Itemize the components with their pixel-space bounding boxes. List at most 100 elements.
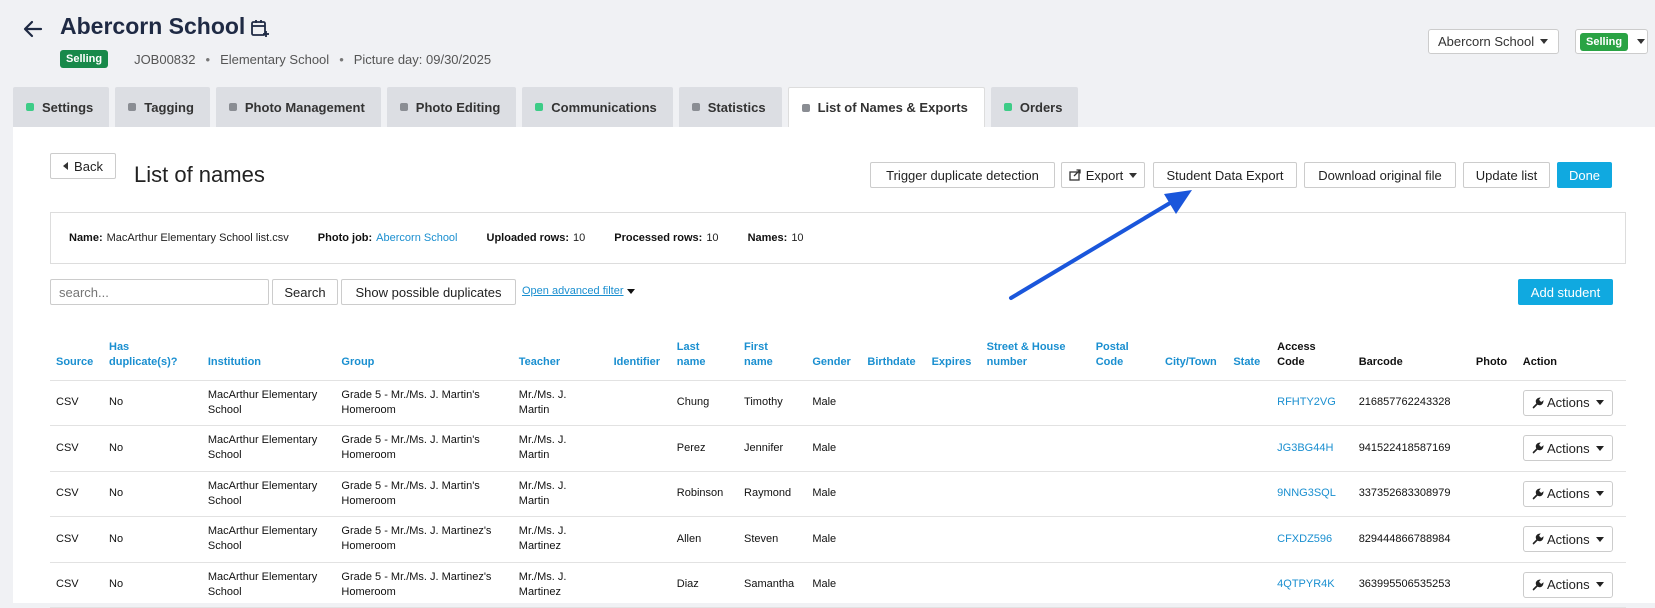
cell-gender: Male bbox=[806, 562, 862, 608]
tab-statistics[interactable]: Statistics bbox=[678, 87, 782, 127]
back-arrow-icon[interactable] bbox=[22, 18, 44, 40]
cell-access-code[interactable]: CFXDZ596 bbox=[1271, 516, 1353, 563]
cell-identifier bbox=[607, 562, 671, 608]
names-label: Names: bbox=[747, 232, 788, 244]
cell-identifier bbox=[607, 516, 671, 563]
col-group[interactable]: Group bbox=[335, 334, 513, 381]
download-original-file-button[interactable]: Download original file bbox=[1304, 162, 1456, 188]
col-source[interactable]: Source bbox=[50, 334, 103, 381]
cell-barcode: 941522418587169 bbox=[1352, 425, 1470, 472]
cell-institution: MacArthur Elementary School bbox=[201, 425, 336, 472]
col-birthdate[interactable]: Birthdate bbox=[861, 334, 926, 381]
cell-identifier bbox=[607, 425, 671, 472]
tab-tagging[interactable]: Tagging bbox=[115, 87, 210, 127]
cell-expires bbox=[925, 471, 981, 517]
col-identifier[interactable]: Identifier bbox=[607, 334, 671, 381]
table-row: CSV No MacArthur Elementary School Grade 5 -… bbox=[50, 516, 1626, 563]
actions-dropdown-button[interactable]: Actions bbox=[1522, 389, 1613, 416]
cell-postal-code bbox=[1089, 562, 1160, 608]
cell-group: Grade 5 - Mr./Ms. J. Martin's Homeroom bbox=[335, 380, 513, 426]
tab-settings[interactable]: Settings bbox=[13, 87, 110, 127]
cell-teacher: Mr./Ms. J. Martin bbox=[512, 425, 608, 472]
cell-has-duplicates: No bbox=[103, 380, 202, 426]
show-possible-duplicates-button[interactable]: Show possible duplicates bbox=[341, 279, 516, 305]
done-button[interactable]: Done bbox=[1557, 162, 1612, 188]
status-selector[interactable]: Selling bbox=[1575, 29, 1648, 54]
tab-communications[interactable]: Communications bbox=[522, 87, 673, 127]
tab-label: Statistics bbox=[707, 99, 766, 115]
actions-dropdown-button[interactable]: Actions bbox=[1522, 480, 1613, 507]
tab-photo-management[interactable]: Photo Management bbox=[215, 87, 381, 127]
cell-birthdate bbox=[861, 425, 926, 472]
trigger-duplicate-detection-button[interactable]: Trigger duplicate detection bbox=[870, 162, 1055, 188]
actions-label: Actions bbox=[1546, 577, 1590, 593]
student-data-export-button[interactable]: Student Data Export bbox=[1153, 162, 1297, 188]
export-icon bbox=[1069, 169, 1081, 181]
col-postal-code[interactable]: Postal Code bbox=[1089, 334, 1160, 381]
tab-list-of-names-exports[interactable]: List of Names & Exports bbox=[787, 87, 985, 127]
processed-rows-label: Processed rows: bbox=[614, 232, 703, 244]
tab-photo-editing[interactable]: Photo Editing bbox=[386, 87, 517, 127]
search-input[interactable] bbox=[50, 279, 269, 305]
status-dot-icon bbox=[801, 103, 810, 112]
page-title: Abercorn School bbox=[60, 13, 246, 39]
cell-access-code[interactable]: 4QTPYR4K bbox=[1271, 562, 1353, 608]
cell-city bbox=[1159, 516, 1228, 563]
cell-last-name: Robinson bbox=[670, 471, 739, 517]
cell-expires bbox=[925, 562, 981, 608]
cell-gender: Male bbox=[806, 471, 862, 517]
tab-orders[interactable]: Orders bbox=[990, 87, 1079, 127]
processed-rows-value: 10 bbox=[706, 232, 719, 244]
actions-label: Actions bbox=[1546, 531, 1590, 547]
col-last-name[interactable]: Last name bbox=[670, 334, 739, 381]
actions-dropdown-button[interactable]: Actions bbox=[1522, 526, 1613, 553]
col-institution[interactable]: Institution bbox=[201, 334, 336, 381]
back-button[interactable]: Back bbox=[50, 153, 116, 179]
col-teacher[interactable]: Teacher bbox=[512, 334, 608, 381]
chevron-down-icon bbox=[1595, 400, 1604, 406]
open-advanced-filter-link[interactable]: Open advanced filter bbox=[522, 285, 635, 297]
table-row: CSV No MacArthur Elementary School Grade 5 -… bbox=[50, 471, 1626, 517]
status-dot-icon bbox=[128, 103, 137, 111]
col-state[interactable]: State bbox=[1227, 334, 1272, 381]
cell-photo bbox=[1469, 516, 1517, 563]
school-selector[interactable]: Abercorn School bbox=[1428, 29, 1559, 54]
cell-source: CSV bbox=[50, 516, 103, 563]
search-button[interactable]: Search bbox=[272, 279, 338, 305]
status-dot-icon bbox=[535, 103, 544, 111]
actions-label: Actions bbox=[1546, 486, 1590, 502]
col-first-name[interactable]: First name bbox=[738, 334, 807, 381]
cell-last-name: Perez bbox=[670, 425, 739, 472]
actions-dropdown-button[interactable]: Actions bbox=[1522, 571, 1613, 598]
wrench-icon bbox=[1532, 488, 1544, 500]
add-student-button[interactable]: Add student bbox=[1518, 279, 1613, 305]
cell-access-code[interactable]: RFHTY2VG bbox=[1271, 380, 1353, 426]
col-expires[interactable]: Expires bbox=[925, 334, 981, 381]
col-photo: Photo bbox=[1469, 334, 1517, 381]
photo-job-link[interactable]: Abercorn School bbox=[376, 232, 457, 244]
col-street[interactable]: Street & House number bbox=[980, 334, 1090, 381]
update-list-button[interactable]: Update list bbox=[1463, 162, 1550, 188]
chevron-down-icon bbox=[1540, 39, 1549, 44]
export-button-label: Export bbox=[1085, 167, 1124, 183]
export-button[interactable]: Export bbox=[1061, 162, 1145, 188]
col-has-duplicates[interactable]: Has duplicate(s)? bbox=[103, 334, 202, 381]
cell-last-name: Diaz bbox=[670, 562, 739, 608]
cell-access-code[interactable]: JG3BG44H bbox=[1271, 425, 1353, 472]
calendar-add-icon[interactable] bbox=[250, 18, 270, 38]
wrench-icon bbox=[1532, 533, 1544, 545]
chevron-down-icon bbox=[1637, 39, 1646, 44]
actions-label: Actions bbox=[1546, 440, 1590, 456]
col-barcode: Barcode bbox=[1352, 334, 1470, 381]
col-city[interactable]: City/Town bbox=[1159, 334, 1228, 381]
cell-institution: MacArthur Elementary School bbox=[201, 516, 336, 563]
cell-expires bbox=[925, 380, 981, 426]
table-row: CSV No MacArthur Elementary School Grade 5 -… bbox=[50, 562, 1626, 608]
cell-state bbox=[1227, 425, 1272, 472]
cell-access-code[interactable]: 9NNG3SQL bbox=[1271, 471, 1353, 517]
cell-has-duplicates: No bbox=[103, 562, 202, 608]
cell-birthdate bbox=[861, 380, 926, 426]
col-gender[interactable]: Gender bbox=[806, 334, 862, 381]
actions-dropdown-button[interactable]: Actions bbox=[1522, 435, 1613, 462]
cell-postal-code bbox=[1089, 516, 1160, 563]
